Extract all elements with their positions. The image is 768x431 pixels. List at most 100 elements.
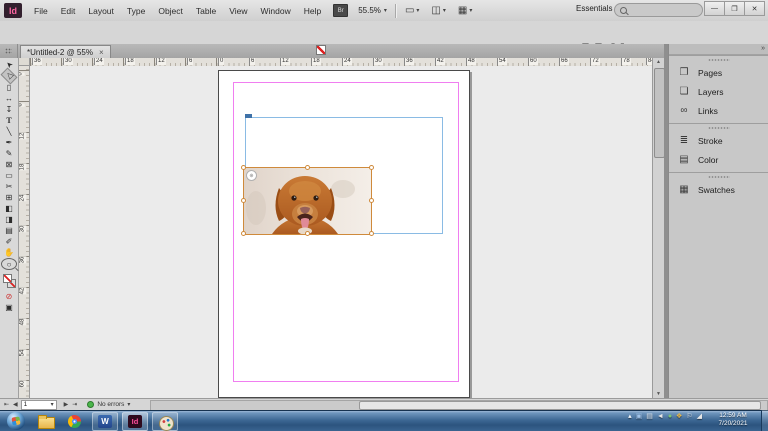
tray-antivirus-icon[interactable]: ● [668,413,672,420]
horizontal-scrollbar-thumb[interactable] [359,401,761,410]
gradient-swatch-tool[interactable]: ◧ [2,203,16,213]
type-tool[interactable]: T [2,115,16,125]
tools-panel: ➤ ▷ ▯ ↔ ↧ T ╲ ✒ ✎ ⊠ ▭ ✂ ⊞ ◧ ◨ ▤ ✐ ✋ ○ ⊘ ▣ [0,58,19,398]
tools-panel-gripper[interactable] [0,44,18,58]
menu-help[interactable]: Help [304,6,321,16]
zoom-tool[interactable]: ○ [1,258,17,270]
menu-table[interactable]: Table [196,6,216,16]
zoom-level-dropdown[interactable]: 55.5% ▾ [358,6,387,15]
menu-file[interactable]: File [34,6,48,16]
panel-group-gripper[interactable] [707,176,730,178]
show-desktop-button[interactable] [761,410,768,431]
pencil-tool[interactable]: ✎ [2,148,16,158]
scroll-down-icon[interactable]: ▼ [653,390,664,398]
bridge-button[interactable]: Br [333,4,349,17]
taskbar-clock[interactable]: 12:59 AM 7/20/2021 [708,412,758,428]
tab-close-icon[interactable]: × [99,48,104,57]
vertical-scrollbar[interactable]: ▲ ▼ [652,58,665,398]
frame-handle[interactable] [241,165,246,170]
view-options-button[interactable]: ▭ ▾ [405,5,419,16]
panel-item-links[interactable]: ∞ Links [669,101,768,120]
menu-window[interactable]: Window [261,6,291,16]
taskbar-chrome-button[interactable] [62,412,88,431]
frame-badge[interactable]: ⊕ [246,170,257,181]
vertical-scrollbar-thumb[interactable] [654,68,665,158]
indesign-window: Id File Edit Layout Type Object Table View Wind… [0,0,768,431]
frame-handle[interactable] [241,231,246,236]
menu-type[interactable]: Type [127,6,145,16]
stroke-label: Stroke [698,135,723,146]
gap-tool[interactable]: ↔ [2,93,16,103]
content-collector-tool[interactable]: ↧ [2,104,16,114]
apply-none-button[interactable]: ⊘ [2,291,16,301]
show-hidden-icons-button[interactable]: ▴ [628,412,632,420]
menu-layout[interactable]: Layout [88,6,114,16]
last-page-button[interactable]: ⇥ [72,401,77,408]
fill-stroke-swatches[interactable] [2,274,16,290]
collapse-dock-icon[interactable]: » [761,45,765,53]
preflight-status-text: No errors [97,401,125,408]
eyedropper-tool[interactable]: ✐ [2,236,16,246]
taskbar-word-button[interactable]: W [92,411,118,431]
screen-mode-button-tools[interactable]: ▣ [2,302,16,312]
frame-handle[interactable] [305,231,310,236]
frame-handle[interactable] [369,231,374,236]
dock-header: » [669,44,768,55]
taskbar-indesign-button[interactable]: Id [122,411,148,431]
scissors-tool[interactable]: ✂ [2,181,16,191]
previous-page-button[interactable]: ◀ [13,401,18,408]
ruler-origin-box[interactable] [19,58,30,66]
tray-network-icon[interactable]: ◢ [697,412,702,420]
rectangle-tool[interactable]: ▭ [2,170,16,180]
tray-clipboard-icon[interactable]: ▤ [646,412,653,420]
panel-item-layers[interactable]: ❏ Layers [669,82,768,101]
frame-handle[interactable] [369,198,374,203]
text-frame-inport[interactable] [245,114,252,118]
selected-image-frame[interactable]: ⊕ [241,165,374,236]
note-tool[interactable]: ▤ [2,225,16,235]
search-input[interactable] [614,3,703,17]
panel-item-stroke[interactable]: ≣ Stroke [669,131,768,150]
document-tab[interactable]: *Untitled-2 @ 55% × [20,45,111,59]
line-tool[interactable]: ╲ [2,126,16,136]
free-transform-tool[interactable]: ⊞ [2,192,16,202]
taskbar-start-button[interactable] [4,411,28,431]
panel-group-gripper[interactable] [707,59,730,61]
restore-button[interactable]: ❐ [724,1,745,16]
preflight-status[interactable]: No errors ▾ [87,401,130,408]
gradient-feather-tool[interactable]: ◨ [2,214,16,224]
hand-tool[interactable]: ✋ [2,247,16,257]
arrange-documents-button[interactable]: ▦ ▾ [458,5,472,16]
tray-action-center-flag-icon[interactable]: ⚐ [686,412,692,420]
workspace-switcher[interactable]: Essentials ▾ [576,4,619,13]
document-page[interactable]: ⊕ [218,70,470,398]
taskbar-explorer-button[interactable] [32,412,58,431]
frame-handle[interactable] [369,165,374,170]
frame-handle[interactable] [241,198,246,203]
rectangle-frame-tool[interactable]: ⊠ [2,159,16,169]
menu-object[interactable]: Object [158,6,183,16]
minimize-button[interactable]: — [704,1,725,16]
frame-handle[interactable] [305,165,310,170]
next-page-button[interactable]: ▶ [64,401,69,408]
vertical-ruler-label: 36 [19,256,27,264]
screen-mode-button[interactable]: ◫ ▾ [431,5,445,16]
vertical-ruler[interactable]: 0 6 12 18 24 30 36 42 48 54 60 [19,66,30,398]
dog-photo[interactable] [244,168,371,234]
tray-volume-icon[interactable]: ◄ [657,413,664,420]
panel-item-swatches[interactable]: ▦ Swatches [669,180,768,199]
close-button[interactable]: ✕ [744,1,765,16]
panel-group-gripper[interactable] [707,127,730,129]
panel-item-color[interactable]: ▤ Color [669,150,768,169]
pasteboard[interactable]: ⊕ [30,66,652,398]
page-number-dropdown[interactable]: 1 ▾ [20,399,57,410]
pen-tool[interactable]: ✒ [2,137,16,147]
taskbar-paint-button[interactable] [152,411,178,431]
first-page-button[interactable]: ⇤ [4,401,9,408]
menu-edit[interactable]: Edit [61,6,76,16]
panel-item-pages[interactable]: ❐ Pages [669,63,768,82]
menu-view[interactable]: View [229,6,247,16]
scroll-up-icon[interactable]: ▲ [653,58,664,66]
tray-color-app-icon[interactable]: ❖ [676,412,682,420]
tray-display-icon[interactable]: ▣ [636,412,643,420]
